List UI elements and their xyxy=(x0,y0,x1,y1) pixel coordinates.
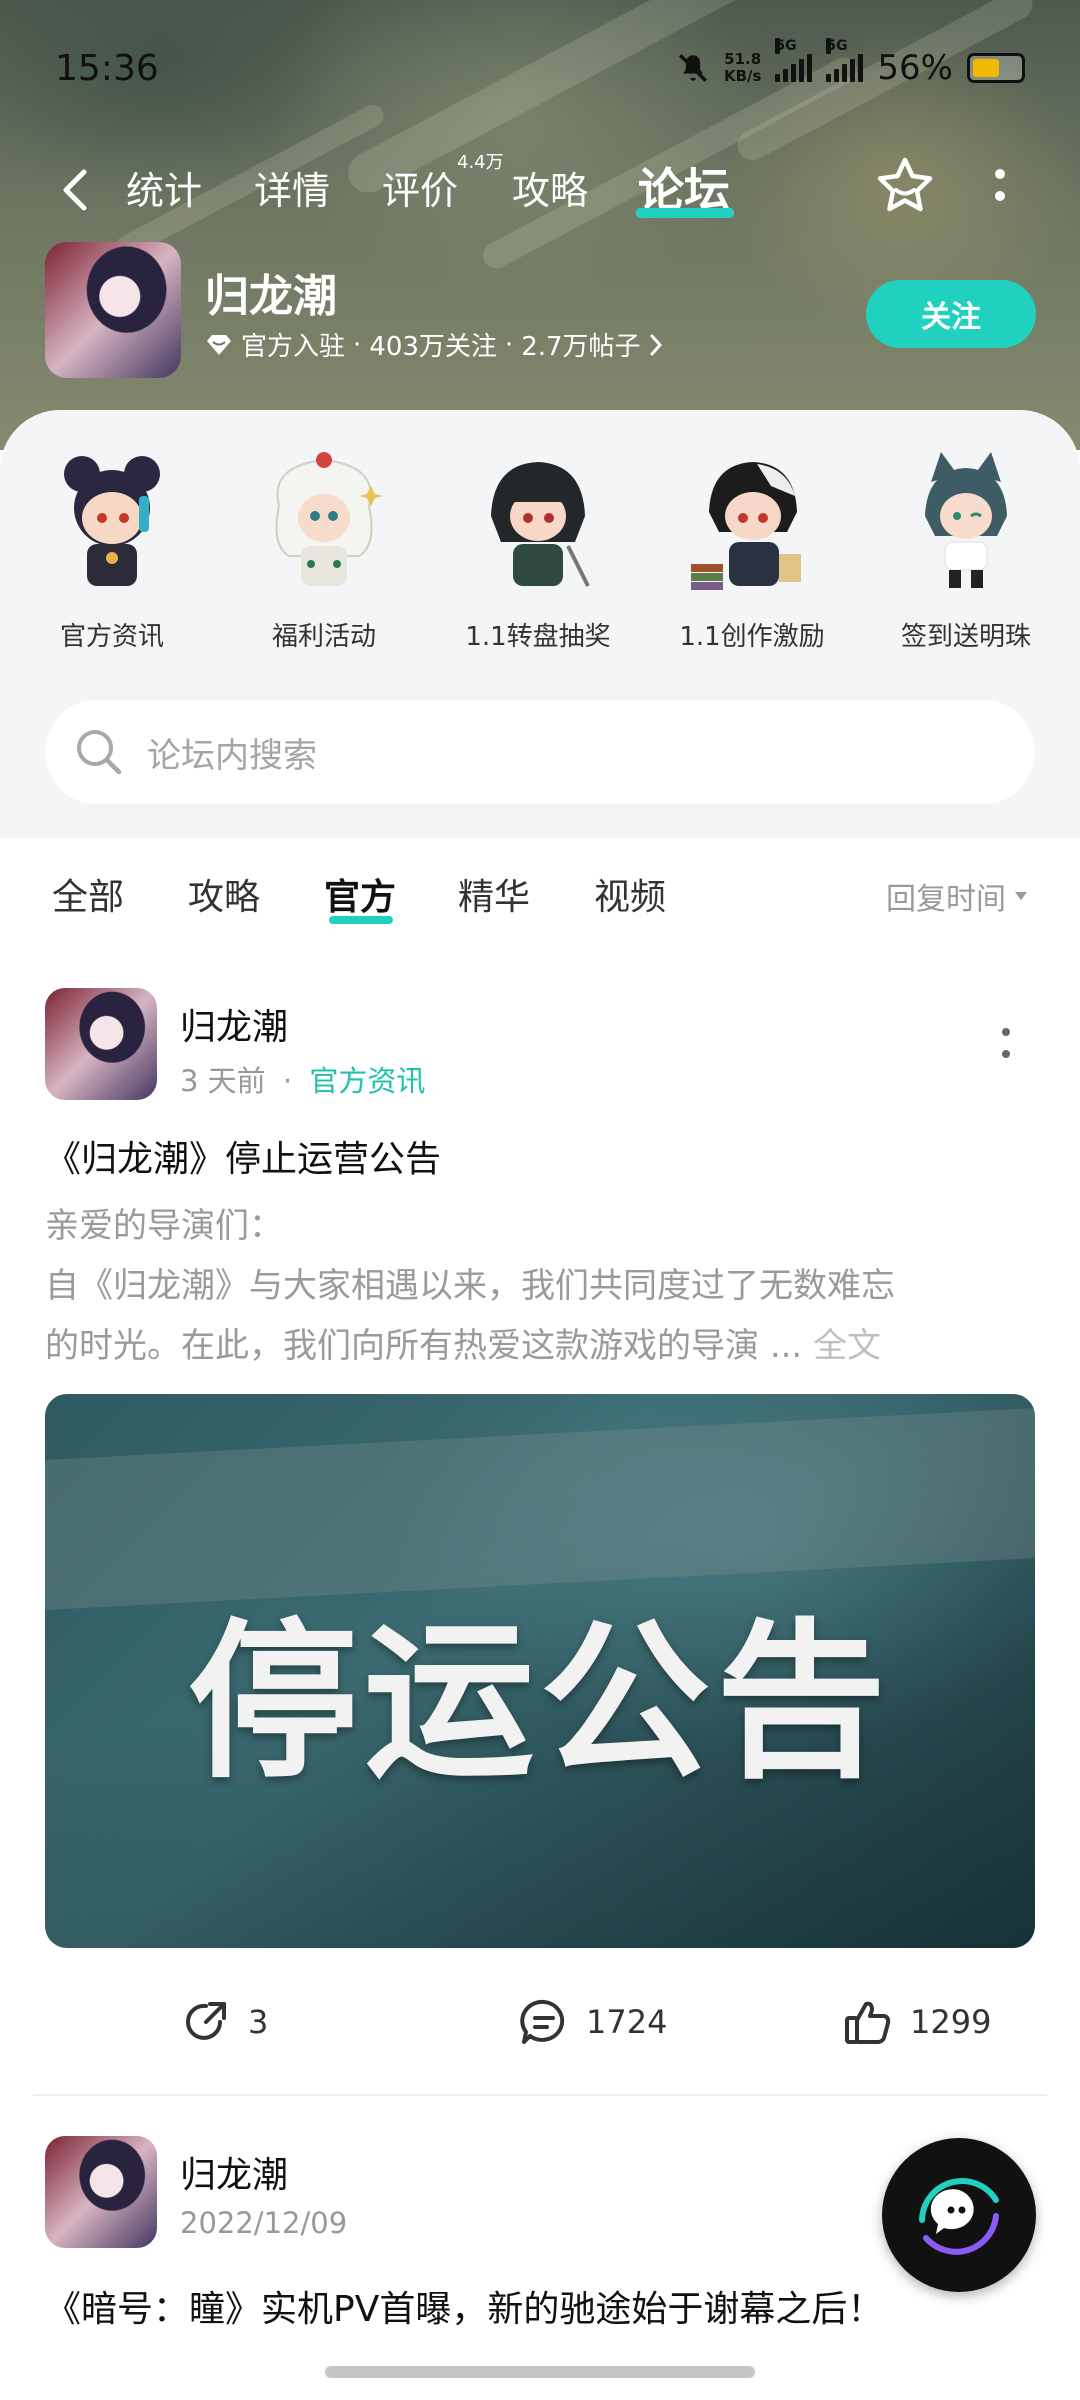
signal-label-1: 5G xyxy=(775,38,797,54)
search-icon xyxy=(77,730,122,775)
shortcut-label: 1.1转盘抽奖 xyxy=(465,622,611,652)
game-info: 归龙潮 官方入驻 · 403万关注 · 2.7万帖子 关注 xyxy=(0,242,1080,382)
post-excerpt[interactable]: 亲爱的导演们： 自《归龙潮》与大家相遇以来，我们共同度过了无数难忘 的时光。在此… xyxy=(45,1196,1035,1376)
shortcut-check-in[interactable]: 签到送明珠 xyxy=(876,446,1056,653)
net-speed-unit: KB/s xyxy=(723,67,762,85)
filter-tab-featured[interactable]: 精华 xyxy=(458,868,530,920)
followers-count: 403万关注 xyxy=(369,332,497,362)
post-cover-image[interactable]: 停运公告 xyxy=(45,1394,1035,1948)
official-label: 官方入驻 xyxy=(241,332,346,362)
shortcut-label: 官方资讯 xyxy=(59,622,164,652)
posts-count: 2.7万帖子 xyxy=(521,332,641,362)
post-excerpt-line-last: 的时光。在此，我们向所有热爱这款游戏的导演 ... 全文 xyxy=(45,1316,1035,1376)
meta-separator-1: · xyxy=(353,329,362,360)
follow-button[interactable]: 关注 xyxy=(866,280,1036,348)
net-speed: 51.8 KB/s xyxy=(724,51,761,85)
review-count-badge: 4.4万 xyxy=(457,152,504,173)
home-indicator[interactable] xyxy=(325,2366,755,2378)
tab-reviews[interactable]: 评价 xyxy=(382,160,458,215)
post-author[interactable]: 归龙潮 xyxy=(180,998,288,1050)
post-more-icon[interactable] xyxy=(998,1024,1014,1064)
cover-image-text: 停运公告 xyxy=(187,1602,892,1802)
post-author[interactable]: 归龙潮 xyxy=(180,2146,288,2198)
diamond-icon xyxy=(207,334,231,355)
filter-tab-all[interactable]: 全部 xyxy=(52,868,124,920)
chevron-right-icon xyxy=(650,334,662,355)
signal-icon-2: 5G xyxy=(826,38,864,82)
forum-search-input[interactable]: 论坛内搜索 xyxy=(45,700,1035,804)
chat-fab[interactable] xyxy=(882,2138,1036,2292)
post-actions: 3 1724 1299 xyxy=(0,1996,1080,2076)
tab-details[interactable]: 详情 xyxy=(254,160,330,215)
like-button[interactable]: 1299 xyxy=(842,1996,991,2048)
shortcut-label: 1.1创作激励 xyxy=(679,622,825,652)
thumbs-up-icon xyxy=(845,2001,891,2044)
status-icons: 51.8 KB/s 5G 5G 56% xyxy=(676,38,1025,88)
shortcut-panel: 官方资讯 福利活动 1.1转盘抽奖 1.1创作激励 签到送明珠 论坛内搜索 xyxy=(0,410,1080,838)
chibi-dark-hair-icon xyxy=(491,462,590,587)
shortcut-label: 福利活动 xyxy=(271,622,376,652)
post-time: 3 天前 xyxy=(180,1064,266,1098)
post-excerpt-line: 亲爱的导演们： xyxy=(45,1206,283,1246)
status-bar: 15:36 51.8 KB/s 5G 5G 56% xyxy=(0,0,1080,140)
filter-tab-official[interactable]: 官方 xyxy=(324,868,396,920)
shortcut-creation-incentive[interactable]: 1.1创作激励 xyxy=(662,446,842,653)
more-vertical-icon[interactable] xyxy=(990,162,1010,210)
game-name: 归龙潮 xyxy=(205,271,337,322)
tab-stats[interactable]: 统计 xyxy=(126,160,202,215)
post-meta: 3 天前 · 官方资讯 xyxy=(180,1058,425,1100)
top-nav: 统计 详情 评价 4.4万 攻略 论坛 xyxy=(0,150,1080,230)
post-meta-dot: · xyxy=(282,1064,293,1098)
sort-dropdown[interactable]: 回复时间 xyxy=(886,874,1028,918)
net-speed-value: 51.8 xyxy=(724,50,762,68)
sort-label: 回复时间 xyxy=(886,882,1006,917)
comment-count: 1724 xyxy=(586,2003,668,2041)
status-time: 15:36 xyxy=(55,48,159,89)
filter-tab-video[interactable]: 视频 xyxy=(594,868,666,920)
excerpt-ellipsis: ... xyxy=(769,1326,803,1366)
author-avatar[interactable] xyxy=(45,988,157,1100)
filter-tab-guides[interactable]: 攻略 xyxy=(188,868,260,920)
shortcut-wheel-lottery[interactable]: 1.1转盘抽奖 xyxy=(448,446,628,653)
post-title[interactable]: 《归龙潮》停止运营公告 xyxy=(45,1130,441,1182)
battery-icon xyxy=(967,53,1025,83)
signal-label-2: 5G xyxy=(826,38,848,54)
game-meta[interactable]: 官方入驻 · 403万关注 · 2.7万帖子 xyxy=(205,326,663,363)
post-title[interactable]: 《暗号：瞳》实机PV首曝，新的驰途始于谢幕之后！ xyxy=(45,2280,883,2332)
like-count: 1299 xyxy=(910,2003,992,2041)
share-button[interactable]: 3 xyxy=(180,1996,268,2048)
comment-icon xyxy=(520,1999,565,2044)
tab-guides[interactable]: 攻略 xyxy=(512,160,588,215)
meta-separator-2: · xyxy=(504,329,514,360)
post-divider xyxy=(33,2094,1047,2096)
chibi-girl-buns-icon xyxy=(64,456,160,586)
shortcut-label: 签到送明珠 xyxy=(900,622,1031,652)
chat-bubble-icon xyxy=(919,2178,999,2255)
tab-forum-underline xyxy=(636,208,734,218)
share-count: 3 xyxy=(248,2003,269,2041)
author-avatar[interactable] xyxy=(45,2136,157,2248)
filter-bar: 全部 攻略 官方 精华 视频 回复时间 xyxy=(0,838,1080,948)
post-excerpt-text: 的时光。在此，我们向所有热爱这款游戏的导演 xyxy=(45,1326,759,1366)
post-excerpt-line: 自《归龙潮》与大家相遇以来，我们共同度过了无数难忘 xyxy=(45,1266,895,1306)
post-time: 2022/12/09 xyxy=(180,2206,348,2240)
chibi-boy-books-icon xyxy=(691,462,801,590)
shortcut-welfare[interactable]: 福利活动 xyxy=(234,446,414,653)
search-placeholder: 论坛内搜索 xyxy=(147,735,317,776)
favorite-star-icon[interactable] xyxy=(874,154,936,216)
game-avatar[interactable] xyxy=(45,242,181,378)
back-arrow-icon[interactable] xyxy=(56,166,94,214)
share-icon xyxy=(186,2002,226,2040)
full-text-link[interactable]: 全文 xyxy=(813,1326,881,1366)
signal-icon-1: 5G xyxy=(775,38,813,82)
shortcut-official-news[interactable]: 官方资讯 xyxy=(22,446,202,653)
chibi-cat-girl-icon xyxy=(925,452,1007,588)
post-tag[interactable]: 官方资讯 xyxy=(309,1064,425,1098)
comment-button[interactable]: 1724 xyxy=(518,1996,667,2048)
filter-active-underline xyxy=(329,916,393,924)
chibi-lion-dance-icon xyxy=(275,452,383,586)
battery-percent: 56% xyxy=(877,48,953,88)
caret-down-icon xyxy=(1015,892,1027,900)
mute-bell-icon xyxy=(679,54,707,82)
